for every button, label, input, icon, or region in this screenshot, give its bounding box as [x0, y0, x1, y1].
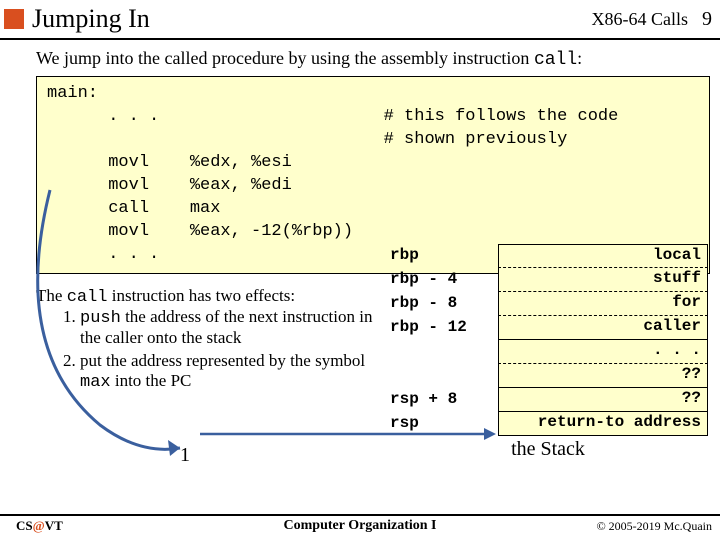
- effects-text: The call instruction has two effects: pu…: [36, 286, 386, 392]
- slide-footer: CS@VT Computer Organization I © 2005-201…: [0, 514, 720, 536]
- stack-caption: the Stack: [388, 438, 708, 461]
- footer-right: © 2005-2019 Mc.Quain: [597, 519, 720, 534]
- slide-number: 9: [692, 8, 712, 31]
- annotation-one: 1: [180, 444, 190, 467]
- slide-subchapter: X86-64 Calls: [592, 9, 693, 30]
- footer-left: CS@VT: [0, 518, 63, 534]
- effect-item-1: push the address of the next instruction…: [80, 307, 386, 348]
- intro-text: We jump into the called procedure by usi…: [36, 48, 710, 70]
- slide-header: Jumping In X86-64 Calls 9: [0, 0, 720, 36]
- footer-center: Computer Organization I: [284, 518, 437, 534]
- effect-item-2: put the address represented by the symbo…: [80, 351, 386, 392]
- stack-diagram: rbplocal rbp - 4stuff rbp - 8for rbp - 1…: [388, 244, 708, 461]
- slide-title: Jumping In: [32, 4, 150, 34]
- accent-square-icon: [4, 9, 24, 29]
